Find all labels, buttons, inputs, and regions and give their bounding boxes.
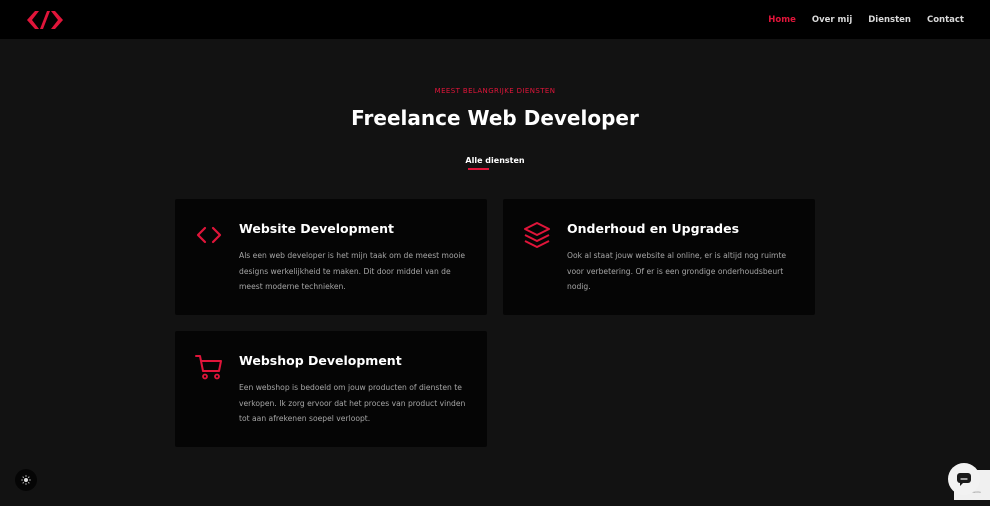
service-card-website: Website Development Als een web develope… xyxy=(175,199,487,315)
link-underline xyxy=(468,168,489,170)
nav-over-mij[interactable]: Over mij xyxy=(812,15,852,25)
service-title: Onderhoud en Upgrades xyxy=(567,221,740,236)
all-services-link[interactable]: Alle diensten xyxy=(0,156,990,165)
service-description: Een webshop is bedoeld om jouw producten… xyxy=(239,383,466,423)
service-title: Website Development xyxy=(239,221,394,236)
cart-icon xyxy=(195,355,222,380)
theme-toggle-button[interactable] xyxy=(15,469,37,491)
sun-icon xyxy=(21,475,31,485)
code-icon xyxy=(196,226,222,244)
nav-diensten[interactable]: Diensten xyxy=(868,15,911,25)
layers-icon xyxy=(524,222,550,248)
service-card-onderhoud: Onderhoud en Upgrades Ook al staat jouw … xyxy=(503,199,815,315)
chat-icon xyxy=(957,473,971,486)
section-eyebrow: MEEST BELANGRIJKE DIENSTEN xyxy=(434,87,556,95)
nav-home[interactable]: Home xyxy=(768,15,796,25)
code-brackets-logo[interactable] xyxy=(25,9,65,31)
top-navbar: Home Over mij Diensten Contact xyxy=(0,0,990,39)
nav-contact[interactable]: Contact xyxy=(927,15,964,25)
service-description: Als een web developer is het mijn taak o… xyxy=(239,251,466,291)
service-title: Webshop Development xyxy=(239,353,402,368)
page-title: Freelance Web Developer xyxy=(351,106,639,130)
service-card-webshop: Webshop Development Een webshop is bedoe… xyxy=(175,331,487,447)
service-description: Ook al staat jouw website al online, er … xyxy=(567,251,787,291)
chat-widget-button[interactable] xyxy=(948,463,980,495)
main-nav: Home Over mij Diensten Contact xyxy=(768,0,964,39)
